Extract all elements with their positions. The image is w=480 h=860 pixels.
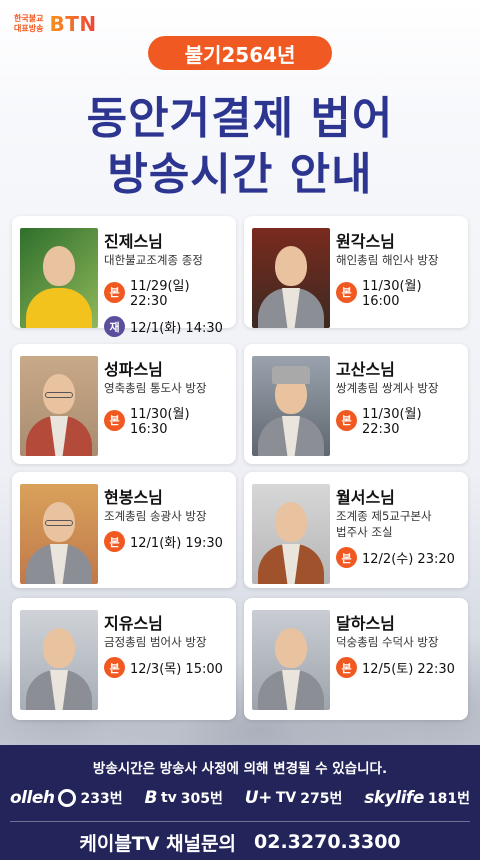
- channel-number: 181번: [427, 791, 470, 807]
- monk-title: 영축총림 통도사 방장: [104, 381, 207, 395]
- footer: 방송시간은 방송사 사정에 의해 변경될 수 있습니다. olleh 233번 …: [0, 745, 480, 860]
- logo-brand: BTN: [49, 12, 97, 36]
- monk-card: 고산스님 쌍계총림 쌍계사 방장 본 11/30(월) 22:30: [244, 344, 468, 464]
- schedule-time: 12/1(화) 14:30: [130, 321, 223, 336]
- monk-photo: [252, 484, 330, 584]
- monk-photo: [20, 484, 98, 584]
- schedule-time: 12/5(토) 22:30: [362, 662, 455, 677]
- monk-card: 월서스님 조계종 제5교구본사 법주사 조실 본 12/2(수) 23:20: [244, 472, 468, 588]
- skylife-logo: skylife: [364, 788, 424, 808]
- schedule-change-notice: 방송시간은 방송사 사정에 의해 변경될 수 있습니다.: [92, 761, 388, 777]
- monk-photo: [20, 610, 98, 710]
- rerun-badge: 재: [104, 316, 125, 337]
- schedule-main: 본 12/5(토) 22:30: [336, 657, 462, 678]
- uplus-suffix: TV: [275, 790, 297, 806]
- btn-logo: 한국불교 대표방송 BTN: [14, 12, 97, 36]
- monk-card: 진제스님 대한불교조계종 종정 본 11/29(일) 22:30 재 12/1(…: [12, 216, 236, 337]
- schedule-time: 11/30(월) 16:00: [362, 279, 422, 309]
- monk-title: 금정총림 범어사 방장: [104, 635, 207, 649]
- logo-line1: 한국불교: [14, 14, 44, 23]
- olleh-logo: olleh: [10, 788, 55, 808]
- footer-divider: [10, 821, 470, 822]
- monk-photo: [252, 356, 330, 456]
- page-title-line1: 동안거결제 법어: [86, 93, 394, 144]
- monk-title: 해인총림 해인사 방장: [336, 253, 439, 267]
- schedule-main: 본 11/30(월) 22:30: [336, 403, 462, 437]
- monk-card: 원각스님 해인총림 해인사 방장 본 11/30(월) 16:00: [244, 216, 468, 328]
- main-broadcast-badge: 본: [336, 547, 357, 568]
- main-broadcast-badge: 본: [336, 281, 357, 303]
- channel-skylife: skylife 181번: [364, 788, 470, 808]
- olleh-o-icon: [58, 789, 77, 807]
- schedule-time: 12/1(화) 19:30: [130, 536, 223, 551]
- monk-name: 성파스님: [104, 360, 163, 379]
- monk-name: 고산스님: [336, 360, 395, 379]
- schedule-rerun: 재 12/1(화) 14:30: [104, 316, 230, 337]
- main-broadcast-badge: 본: [104, 409, 125, 431]
- main-broadcast-badge: 본: [336, 657, 357, 678]
- monk-title-line2: 법주사 조실: [336, 525, 393, 539]
- logo-line2: 대표방송: [14, 24, 44, 33]
- channel-btv: B tv 305번: [144, 788, 222, 808]
- monk-title: 덕숭총림 수덕사 방장: [336, 635, 439, 649]
- monk-name: 달하스님: [336, 614, 395, 633]
- monk-title: 쌍계총림 쌍계사 방장: [336, 381, 439, 395]
- schedule-main: 본 11/29(일) 22:30: [104, 275, 230, 309]
- schedule-time: 12/2(수) 23:20: [362, 552, 455, 567]
- monk-photo: [252, 228, 330, 328]
- schedule-time: 11/30(월) 16:30: [130, 407, 190, 437]
- schedule-time: 11/30(월) 22:30: [362, 407, 422, 437]
- channel-number: 275번: [300, 791, 343, 807]
- monk-title: 조계총림 송광사 방장: [104, 509, 207, 523]
- channel-olleh: olleh 233번: [10, 788, 123, 808]
- monk-photo: [20, 228, 98, 328]
- monk-name: 월서스님: [336, 488, 395, 507]
- monk-card: 현봉스님 조계총림 송광사 방장 본 12/1(화) 19:30: [12, 472, 236, 588]
- schedule-main: 본 12/3(목) 15:00: [104, 657, 230, 678]
- main-broadcast-badge: 본: [104, 531, 125, 552]
- btv-suffix: tv: [160, 790, 177, 806]
- schedule-main: 본 12/2(수) 23:20: [336, 547, 462, 568]
- schedule-main: 본 11/30(월) 16:30: [104, 403, 230, 437]
- monk-title: 조계종 제5교구본사: [336, 509, 432, 523]
- schedule-main: 본 12/1(화) 19:30: [104, 531, 230, 552]
- monk-title: 대한불교조계종 종정: [104, 253, 203, 267]
- monk-name: 지유스님: [104, 614, 163, 633]
- main-broadcast-badge: 본: [336, 409, 357, 431]
- monk-photo: [252, 610, 330, 710]
- monk-name: 원각스님: [336, 232, 395, 251]
- uplus-logo: U+: [244, 788, 273, 808]
- cable-phone[interactable]: 02.3270.3300: [254, 831, 401, 853]
- schedule-time: 11/29(일) 22:30: [130, 279, 190, 309]
- monk-card: 성파스님 영축총림 통도사 방장 본 11/30(월) 16:30: [12, 344, 236, 464]
- btv-logo: B: [144, 788, 157, 808]
- page-title-line2: 방송시간 안내: [107, 149, 373, 200]
- monk-name: 진제스님: [104, 232, 163, 251]
- logo-tagline: 한국불교 대표방송: [14, 14, 43, 34]
- year-badge: 불기2564년: [148, 36, 332, 70]
- channel-number: 233번: [80, 791, 123, 807]
- cable-label: 케이블TV 채널문의: [79, 832, 236, 855]
- schedule-main: 본 11/30(월) 16:00: [336, 275, 462, 309]
- monk-card: 달하스님 덕숭총림 수덕사 방장 본 12/5(토) 22:30: [244, 598, 468, 720]
- monk-photo: [20, 356, 98, 456]
- monk-card: 지유스님 금정총림 범어사 방장 본 12/3(목) 15:00: [12, 598, 236, 720]
- monk-name: 현봉스님: [104, 488, 163, 507]
- main-broadcast-badge: 본: [104, 657, 125, 678]
- channel-list: olleh 233번 B tv 305번 U+ TV 275번 skylife …: [10, 785, 470, 811]
- channel-number: 305번: [180, 791, 223, 807]
- cable-inquiry: 케이블TV 채널문의 02.3270.3300: [0, 827, 480, 857]
- channel-uplus: U+ TV 275번: [245, 788, 343, 808]
- schedule-time: 12/3(목) 15:00: [130, 662, 223, 677]
- main-broadcast-badge: 본: [104, 281, 125, 303]
